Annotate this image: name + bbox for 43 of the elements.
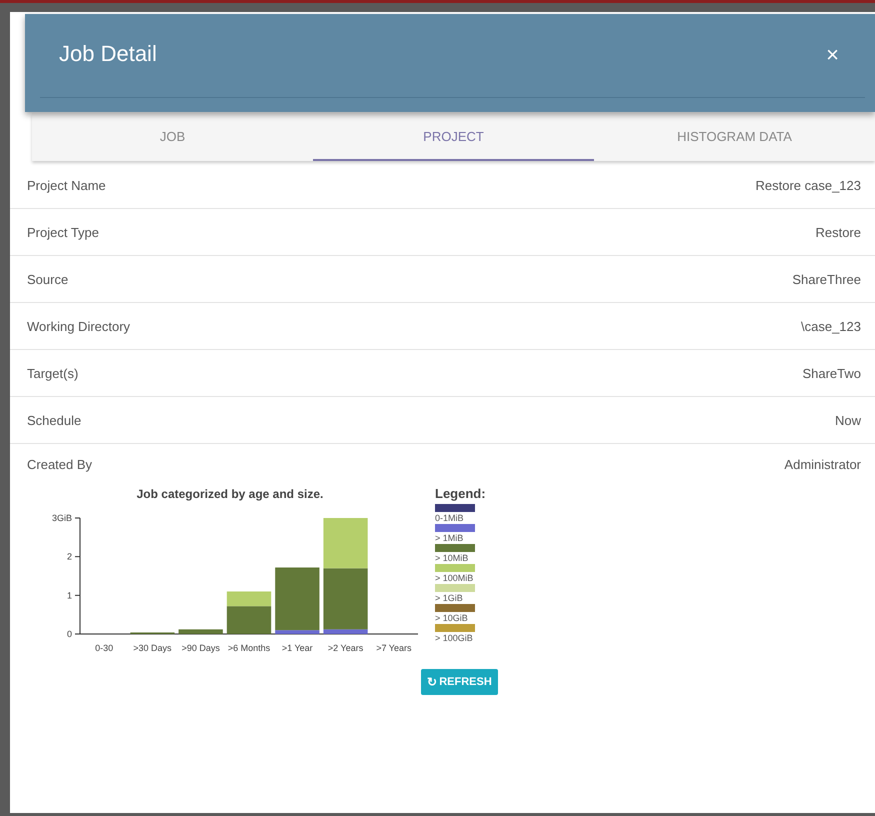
- field-value: Restore: [815, 224, 861, 240]
- close-button[interactable]: ×: [822, 42, 843, 68]
- legend-label: > 100MiB: [435, 572, 474, 584]
- dialog-title: Job Detail: [59, 41, 157, 67]
- legend-label: > 10GiB: [435, 612, 469, 624]
- field-label: Target(s): [27, 366, 78, 380]
- legend-label: > 10MiB: [435, 552, 470, 564]
- field-label: Schedule: [27, 412, 82, 428]
- category-label: >7 Years: [376, 643, 412, 653]
- category-label: >6 Months: [228, 643, 270, 653]
- category-label: 0-30: [95, 643, 114, 653]
- field-value: Administrator: [784, 456, 861, 472]
- category-label: >2 Years: [328, 643, 364, 653]
- chart-title: Job categorized by age and size.: [136, 487, 324, 501]
- refresh-icon: ↻: [427, 675, 438, 689]
- legend-label: > 1GiB: [435, 592, 464, 604]
- field-value: \case_123: [801, 318, 861, 334]
- category-label: >1 Year: [282, 643, 313, 653]
- field-label: Source: [27, 272, 68, 286]
- field-label: Project Name: [27, 178, 106, 192]
- tick-label: 0: [66, 629, 72, 639]
- category-label: >90 Days: [182, 643, 220, 653]
- bar: [178, 629, 223, 634]
- refresh-button[interactable]: ↻ REFRESH: [421, 669, 498, 695]
- category-label: >30 Days: [133, 643, 172, 653]
- tab[interactable]: JOB: [32, 113, 313, 161]
- legend-label: 0-1MiB: [435, 512, 465, 524]
- tab[interactable]: HISTOGRAM DATA: [594, 113, 875, 161]
- legend-label: > 1MiB: [435, 532, 464, 544]
- field-label: Project Type: [27, 224, 100, 240]
- tick-label: 2: [66, 552, 72, 562]
- legend-title: Legend:: [435, 486, 486, 501]
- field-label: Working Directory: [27, 318, 130, 334]
- tick-label: 1: [66, 590, 72, 600]
- field-value: ShareTwo: [802, 366, 861, 380]
- bar: [323, 518, 368, 568]
- field-value: Restore case_123: [755, 178, 861, 192]
- field-value: ShareThree: [792, 272, 861, 286]
- field-value: Now: [834, 412, 861, 428]
- field-label: Created By: [27, 456, 92, 472]
- legend-label: > 100GiB: [435, 632, 474, 644]
- tick-label: 3GiB: [52, 513, 72, 523]
- tab[interactable]: PROJECT: [313, 113, 594, 161]
